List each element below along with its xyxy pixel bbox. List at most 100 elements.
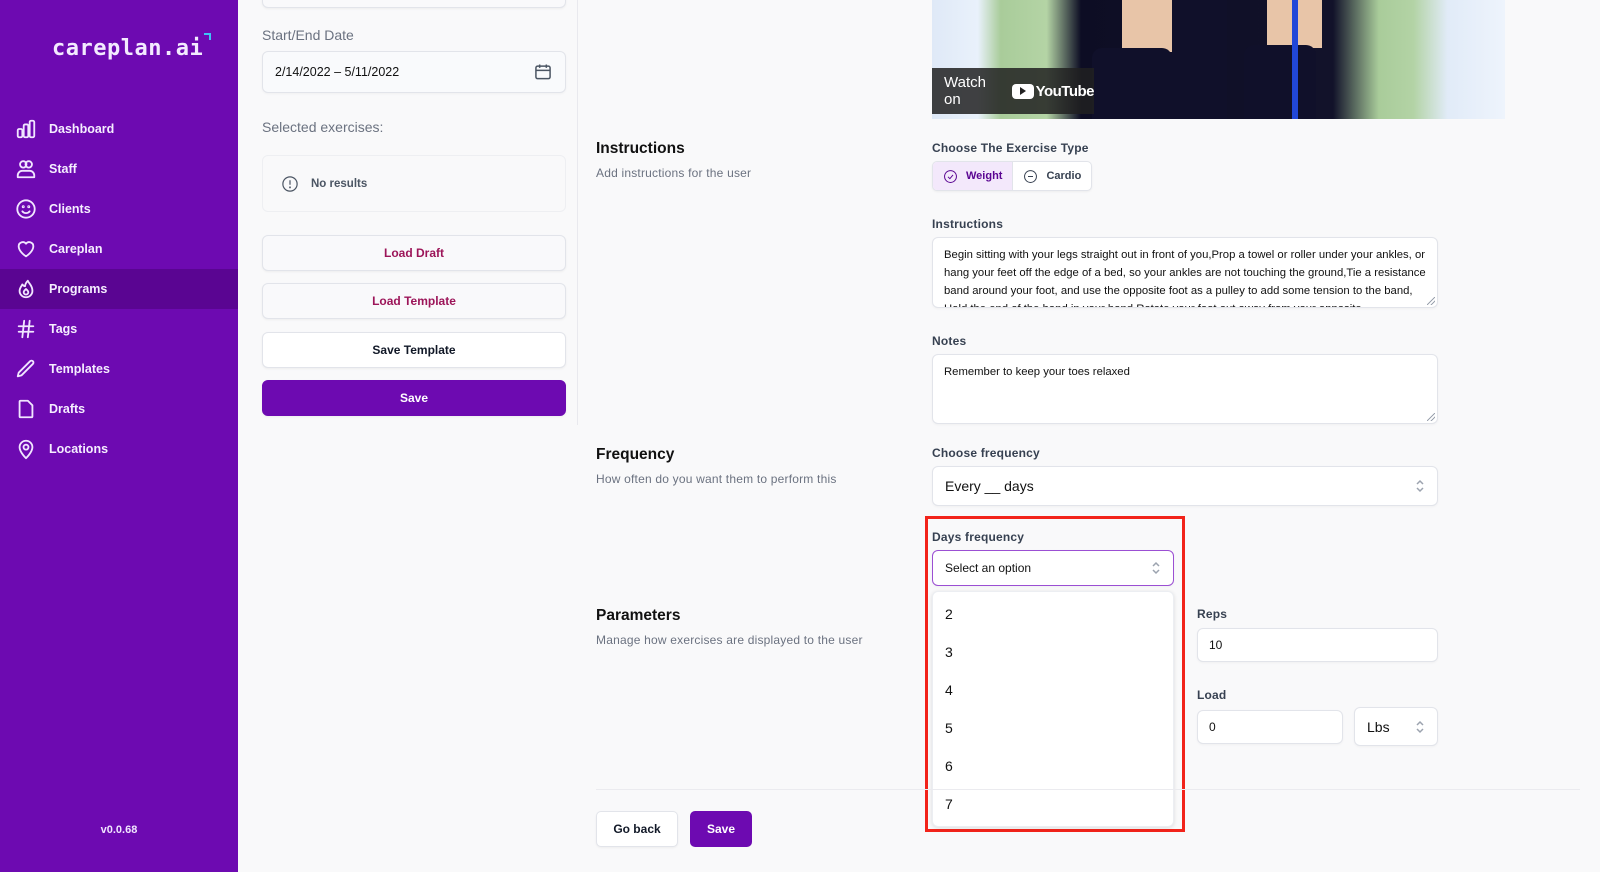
program-side-panel: Start/End Date 2/14/2022 – 5/11/2022 Sel…: [238, 0, 578, 872]
exercise-video[interactable]: Watch on YouTube: [932, 0, 1505, 119]
youtube-logo: YouTube: [1011, 82, 1095, 100]
instructions-field-label: Instructions: [932, 217, 1004, 231]
date-range-label: Start/End Date: [262, 27, 354, 43]
frequency-select-value: Every __ days: [945, 478, 1034, 494]
days-frequency-placeholder: Select an option: [945, 561, 1032, 575]
youtube-brand-text: YouTube: [1035, 82, 1095, 100]
sidebar-item-label: Templates: [49, 362, 110, 376]
exercise-type-cardio[interactable]: Cardio: [1013, 162, 1091, 190]
go-back-button[interactable]: Go back: [596, 811, 678, 847]
dropdown-option[interactable]: 6: [933, 747, 1173, 785]
sidebar-item-locations[interactable]: Locations: [0, 429, 238, 469]
selected-exercises-empty: No results: [262, 155, 566, 212]
resize-handle[interactable]: [1427, 413, 1435, 421]
users-icon: [15, 158, 37, 180]
date-range-value: 2/14/2022 – 5/11/2022: [275, 65, 400, 79]
sidebar-item-templates[interactable]: Templates: [0, 349, 238, 389]
sidebar-item-tags[interactable]: Tags: [0, 309, 238, 349]
load-value: 0: [1209, 720, 1216, 734]
dropdown-option[interactable]: 4: [933, 671, 1173, 709]
chevron-up-down-icon: [1415, 478, 1425, 494]
load-unit-select[interactable]: Lbs: [1354, 707, 1438, 746]
load-template-button[interactable]: Load Template: [262, 283, 566, 319]
top-field-partial[interactable]: [262, 0, 566, 8]
days-frequency-dropdown: 2 3 4 5 6 7: [932, 591, 1174, 827]
check-circle-icon: [944, 169, 957, 183]
chevron-up-down-icon: [1415, 719, 1425, 735]
instructions-section-description: Add instructions for the user: [596, 166, 752, 180]
frequency-section-title: Frequency: [596, 446, 675, 463]
document-icon: [15, 398, 37, 420]
hashtag-icon: [15, 318, 37, 340]
watch-on-youtube-button[interactable]: Watch on YouTube: [932, 68, 1095, 114]
footer-divider: [596, 789, 1580, 790]
selected-exercises-label: Selected exercises:: [262, 119, 384, 135]
load-draft-button[interactable]: Load Draft: [262, 235, 566, 271]
save-template-button[interactable]: Save Template: [262, 332, 566, 368]
parameters-section-description: Manage how exercises are displayed to th…: [596, 633, 863, 647]
choose-frequency-label: Choose frequency: [932, 446, 1040, 460]
play-icon: [1011, 83, 1034, 99]
app-version: v0.0.68: [100, 824, 138, 836]
panel-divider: [577, 0, 578, 425]
frequency-section-description: How often do you want them to perform th…: [596, 472, 837, 486]
sidebar-item-label: Careplan: [49, 242, 103, 256]
date-range-input[interactable]: 2/14/2022 – 5/11/2022: [262, 51, 566, 93]
pencil-icon: [15, 358, 37, 380]
exercise-type-label: Choose The Exercise Type: [932, 141, 1089, 155]
resize-handle[interactable]: [1427, 297, 1435, 305]
video-frame-shape: [1122, 0, 1172, 52]
exercise-type-toggle: Weight Cardio: [932, 161, 1093, 191]
sidebar-item-label: Drafts: [49, 402, 86, 416]
heart-icon: [15, 238, 37, 260]
dropdown-option[interactable]: 5: [933, 709, 1173, 747]
dropdown-option[interactable]: 7: [933, 785, 1173, 823]
exercise-type-label-text: Weight: [966, 170, 1003, 182]
sidebar-item-label: Locations: [49, 442, 109, 456]
sidebar-nav: Dashboard Staff Clients Careplan Program…: [0, 109, 238, 469]
fire-icon: [15, 278, 37, 300]
notes-textarea[interactable]: Remember to keep your toes relaxed: [932, 354, 1438, 424]
app-logo[interactable]: careplan.ai: [52, 33, 212, 61]
sidebar-item-label: Dashboard: [49, 122, 115, 136]
video-frame-shape: [1092, 48, 1172, 119]
smile-icon: [15, 198, 37, 220]
sidebar-item-label: Staff: [49, 162, 77, 176]
days-frequency-select[interactable]: Select an option: [932, 550, 1174, 586]
reps-label: Reps: [1197, 607, 1228, 621]
location-pin-icon: [15, 438, 37, 460]
video-frame-shape: [1292, 0, 1298, 119]
calendar-icon[interactable]: [533, 62, 553, 82]
sidebar: careplan.ai Dashboard Staff Clients Care…: [0, 0, 238, 872]
alert-circle-icon: [282, 175, 298, 192]
logo-text: careplan.ai: [52, 36, 204, 61]
load-input[interactable]: 0: [1197, 710, 1343, 744]
sidebar-item-programs[interactable]: Programs: [0, 269, 238, 309]
frequency-select[interactable]: Every __ days: [932, 466, 1438, 506]
exercise-type-weight[interactable]: Weight: [933, 162, 1014, 190]
sidebar-item-careplan[interactable]: Careplan: [0, 229, 238, 269]
chevron-up-down-icon: [1151, 560, 1161, 576]
logo-corner-mark: [204, 33, 212, 40]
sidebar-item-drafts[interactable]: Drafts: [0, 389, 238, 429]
footer-save-button[interactable]: Save: [690, 811, 752, 847]
sidebar-item-label: Programs: [49, 282, 108, 296]
sidebar-item-label: Tags: [49, 322, 78, 336]
instructions-textarea[interactable]: Begin sitting with your legs straight ou…: [932, 237, 1438, 308]
sidebar-item-dashboard[interactable]: Dashboard: [0, 109, 238, 149]
bar-chart-icon: [15, 118, 37, 140]
instructions-section-title: Instructions: [596, 140, 685, 157]
minus-circle-icon: [1024, 169, 1038, 183]
load-label: Load: [1197, 688, 1227, 702]
notes-text: Remember to keep your toes relaxed: [944, 366, 1130, 378]
dropdown-option[interactable]: 2: [933, 595, 1173, 633]
parameters-section-title: Parameters: [596, 607, 681, 624]
sidebar-item-staff[interactable]: Staff: [0, 149, 238, 189]
reps-value: 10: [1209, 638, 1223, 652]
exercise-type-label-text: Cardio: [1046, 170, 1082, 182]
sidebar-item-clients[interactable]: Clients: [0, 189, 238, 229]
dropdown-option[interactable]: 3: [933, 633, 1173, 671]
instructions-text: Begin sitting with your legs straight ou…: [944, 249, 1426, 307]
reps-input[interactable]: 10: [1197, 628, 1438, 662]
side-save-button[interactable]: Save: [262, 380, 566, 416]
